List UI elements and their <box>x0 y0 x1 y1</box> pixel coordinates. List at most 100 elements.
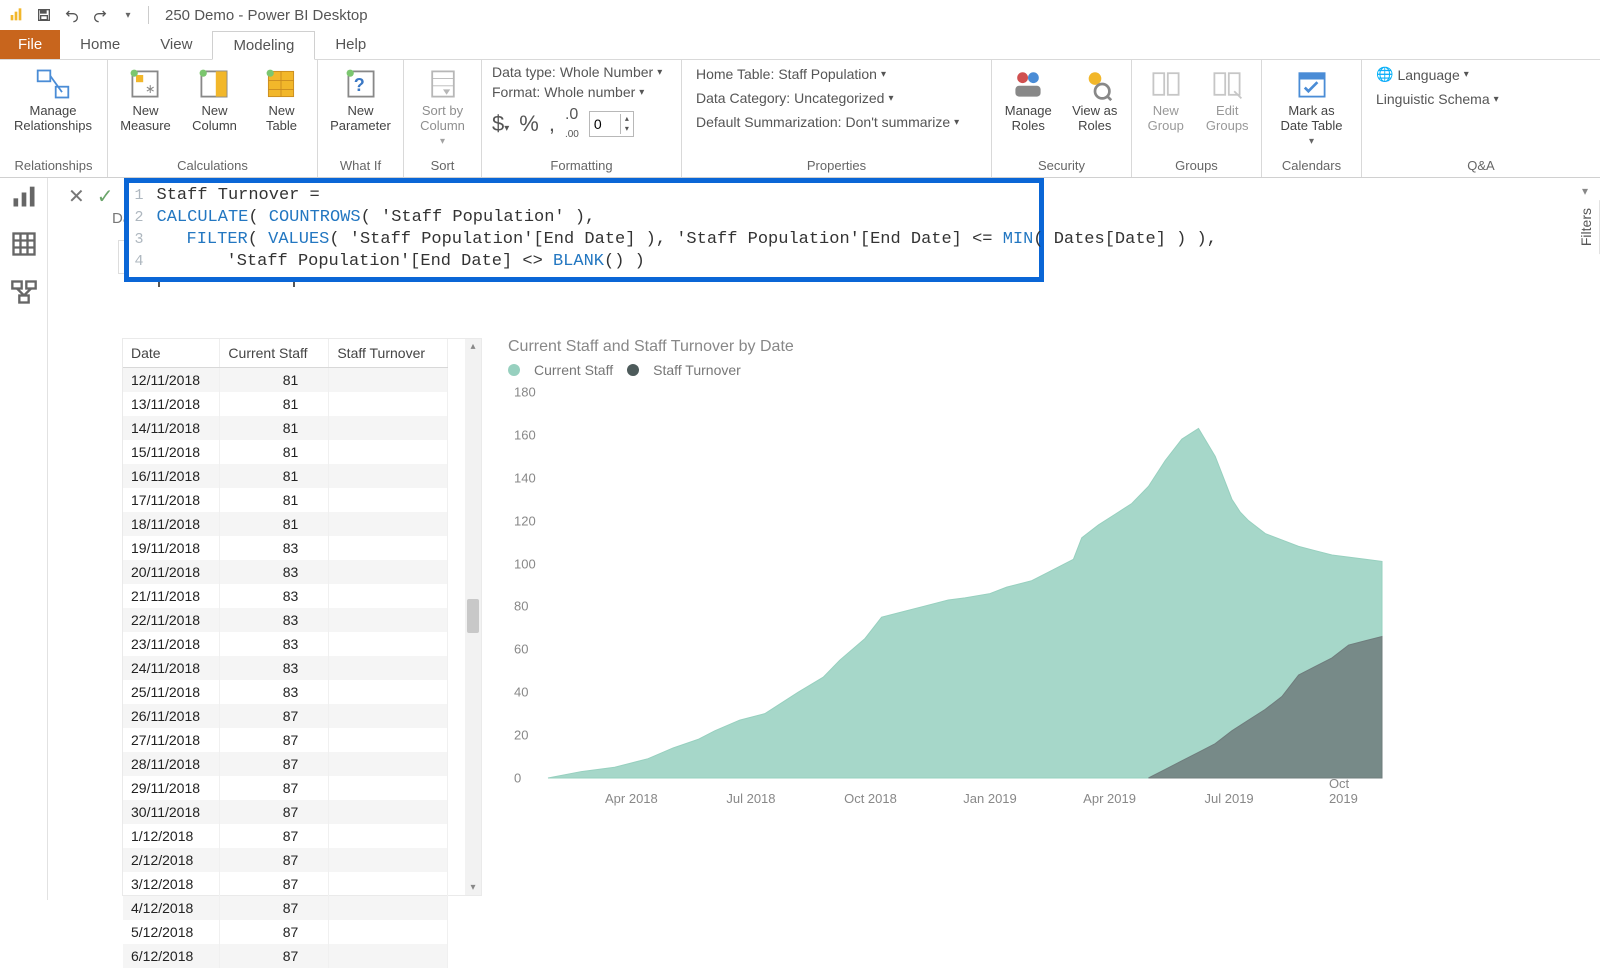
scroll-up-icon[interactable]: ▴ <box>465 341 481 352</box>
new-table-button[interactable]: New Table <box>252 64 311 134</box>
redo-icon[interactable] <box>90 5 110 25</box>
col-current-staff[interactable]: Current Staff <box>220 339 329 368</box>
table-row[interactable]: 25/11/201883 <box>123 680 448 704</box>
group-relationships-label: Relationships <box>0 156 107 177</box>
new-column-button[interactable]: New Column <box>183 64 246 134</box>
table-visual[interactable]: Date Current Staff Staff Turnover 12/11/… <box>122 338 482 896</box>
table-row[interactable]: 21/11/201883 <box>123 584 448 608</box>
table-row[interactable]: 2/12/201887 <box>123 848 448 872</box>
chart-visual[interactable]: Current Staff and Staff Turnover by Date… <box>508 338 1408 823</box>
table-row[interactable]: 27/11/201887 <box>123 728 448 752</box>
spinner-up-icon[interactable]: ▴ <box>621 114 633 124</box>
table-row[interactable]: 5/12/201887 <box>123 920 448 944</box>
sort-by-column-button[interactable]: Sort by Column ▾ <box>410 64 475 147</box>
percent-button[interactable]: % <box>519 111 539 137</box>
scroll-down-icon[interactable]: ▾ <box>465 882 481 893</box>
cell-current-staff: 81 <box>220 440 329 464</box>
language-dropdown[interactable]: 🌐 Language ▾ <box>1376 66 1499 83</box>
data-category-dropdown[interactable]: Data Category: Uncategorized ▾ <box>696 90 959 106</box>
new-table-label: New Table <box>266 104 297 134</box>
col-staff-turnover[interactable]: Staff Turnover <box>329 339 448 368</box>
commit-formula-button[interactable]: ✓ <box>97 184 114 209</box>
chevron-down-icon: ▾ <box>657 67 662 78</box>
thousands-sep-button[interactable]: , <box>549 111 555 137</box>
undo-icon[interactable] <box>62 5 82 25</box>
table-row[interactable]: 13/11/201881 <box>123 392 448 416</box>
currency-button[interactable]: $▾ <box>492 111 509 137</box>
tab-help[interactable]: Help <box>315 30 386 59</box>
qat-dropdown-icon[interactable]: ▾ <box>118 5 138 25</box>
mark-date-table-label: Mark as Date Table <box>1281 104 1343 134</box>
table-row[interactable]: 18/11/201881 <box>123 512 448 536</box>
decimals-value[interactable] <box>590 116 620 132</box>
formula-editor[interactable]: 1 2 3 4 Staff Turnover = CALCULATE( COUN… <box>124 178 1044 282</box>
manage-roles-label: Manage Roles <box>1005 104 1052 134</box>
data-view-icon[interactable] <box>10 230 38 258</box>
table-row[interactable]: 24/11/201883 <box>123 656 448 680</box>
tab-home[interactable]: Home <box>60 30 140 59</box>
new-parameter-label: New Parameter <box>330 104 391 134</box>
table-row[interactable]: 29/11/201887 <box>123 776 448 800</box>
save-icon[interactable] <box>34 5 54 25</box>
spinner-down-icon[interactable]: ▾ <box>621 124 633 134</box>
chevron-down-icon: ▾ <box>1464 69 1469 80</box>
cell-staff-turnover <box>329 464 448 488</box>
manage-roles-button[interactable]: Manage Roles <box>998 64 1059 134</box>
table-row[interactable]: 3/12/201887 <box>123 872 448 896</box>
view-as-roles-button[interactable]: View as Roles <box>1065 64 1126 134</box>
col-date[interactable]: Date <box>123 339 220 368</box>
formula-expand-icon[interactable]: ▾ <box>1582 184 1588 198</box>
scroll-thumb[interactable] <box>467 599 479 633</box>
table-row[interactable]: 30/11/201887 <box>123 800 448 824</box>
new-measure-button[interactable]: ∗ New Measure <box>114 64 177 134</box>
cell-current-staff: 87 <box>220 944 329 968</box>
filters-pane-tab[interactable]: Filters <box>1574 200 1600 254</box>
new-column-label: New Column <box>192 104 237 134</box>
table-row[interactable]: 14/11/201881 <box>123 416 448 440</box>
cancel-formula-button[interactable]: ✕ <box>68 184 85 209</box>
tab-modeling[interactable]: Modeling <box>212 31 315 60</box>
table-row[interactable]: 28/11/201887 <box>123 752 448 776</box>
tab-view[interactable]: View <box>140 30 212 59</box>
edit-groups-button[interactable]: Edit Groups <box>1200 64 1256 134</box>
roles-icon <box>1010 66 1046 102</box>
tab-file[interactable]: File <box>0 30 60 59</box>
cell-current-staff: 83 <box>220 560 329 584</box>
table-scrollbar[interactable]: ▴ ▾ <box>465 339 481 895</box>
summarization-dropdown[interactable]: Default Summarization: Don't summarize ▾ <box>696 114 959 130</box>
cell-staff-turnover <box>329 848 448 872</box>
home-table-dropdown[interactable]: Home Table: Staff Population ▾ <box>696 66 959 82</box>
decimals-input[interactable]: ▴▾ <box>589 111 634 137</box>
table-row[interactable]: 6/12/201887 <box>123 944 448 968</box>
chart-title: Current Staff and Staff Turnover by Date <box>508 338 1408 356</box>
linguistic-schema-dropdown[interactable]: Linguistic Schema ▾ <box>1376 91 1499 107</box>
table-row[interactable]: 12/11/201881 <box>123 368 448 393</box>
new-group-button[interactable]: New Group <box>1138 64 1194 134</box>
edit-groups-label: Edit Groups <box>1206 104 1249 134</box>
model-view-icon[interactable] <box>10 278 38 306</box>
mark-date-table-button[interactable]: Mark as Date Table ▾ <box>1268 64 1355 147</box>
data-type-dropdown[interactable]: Data type: Whole Number ▾ <box>492 64 662 80</box>
cell-current-staff: 81 <box>220 464 329 488</box>
table-row[interactable]: 22/11/201883 <box>123 608 448 632</box>
table-row[interactable]: 26/11/201887 <box>123 704 448 728</box>
table-row[interactable]: 20/11/201883 <box>123 560 448 584</box>
cell-current-staff: 83 <box>220 632 329 656</box>
cell-date: 15/11/2018 <box>123 440 220 464</box>
cell-staff-turnover <box>329 728 448 752</box>
table-row[interactable]: 1/12/201887 <box>123 824 448 848</box>
cell-date: 27/11/2018 <box>123 728 220 752</box>
chevron-down-icon: ▾ <box>888 93 893 104</box>
new-parameter-button[interactable]: ? New Parameter <box>324 64 397 134</box>
manage-relationships-button[interactable]: Manage Relationships <box>6 64 100 134</box>
cell-current-staff: 83 <box>220 536 329 560</box>
table-row[interactable]: 23/11/201883 <box>123 632 448 656</box>
table-row[interactable]: 16/11/201881 <box>123 464 448 488</box>
group-whatif-label: What If <box>318 156 403 177</box>
cell-date: 2/12/2018 <box>123 848 220 872</box>
table-row[interactable]: 19/11/201883 <box>123 536 448 560</box>
table-row[interactable]: 15/11/201881 <box>123 440 448 464</box>
report-view-icon[interactable] <box>10 182 38 210</box>
table-row[interactable]: 17/11/201881 <box>123 488 448 512</box>
format-dropdown[interactable]: Format: Whole number ▾ <box>492 84 662 100</box>
